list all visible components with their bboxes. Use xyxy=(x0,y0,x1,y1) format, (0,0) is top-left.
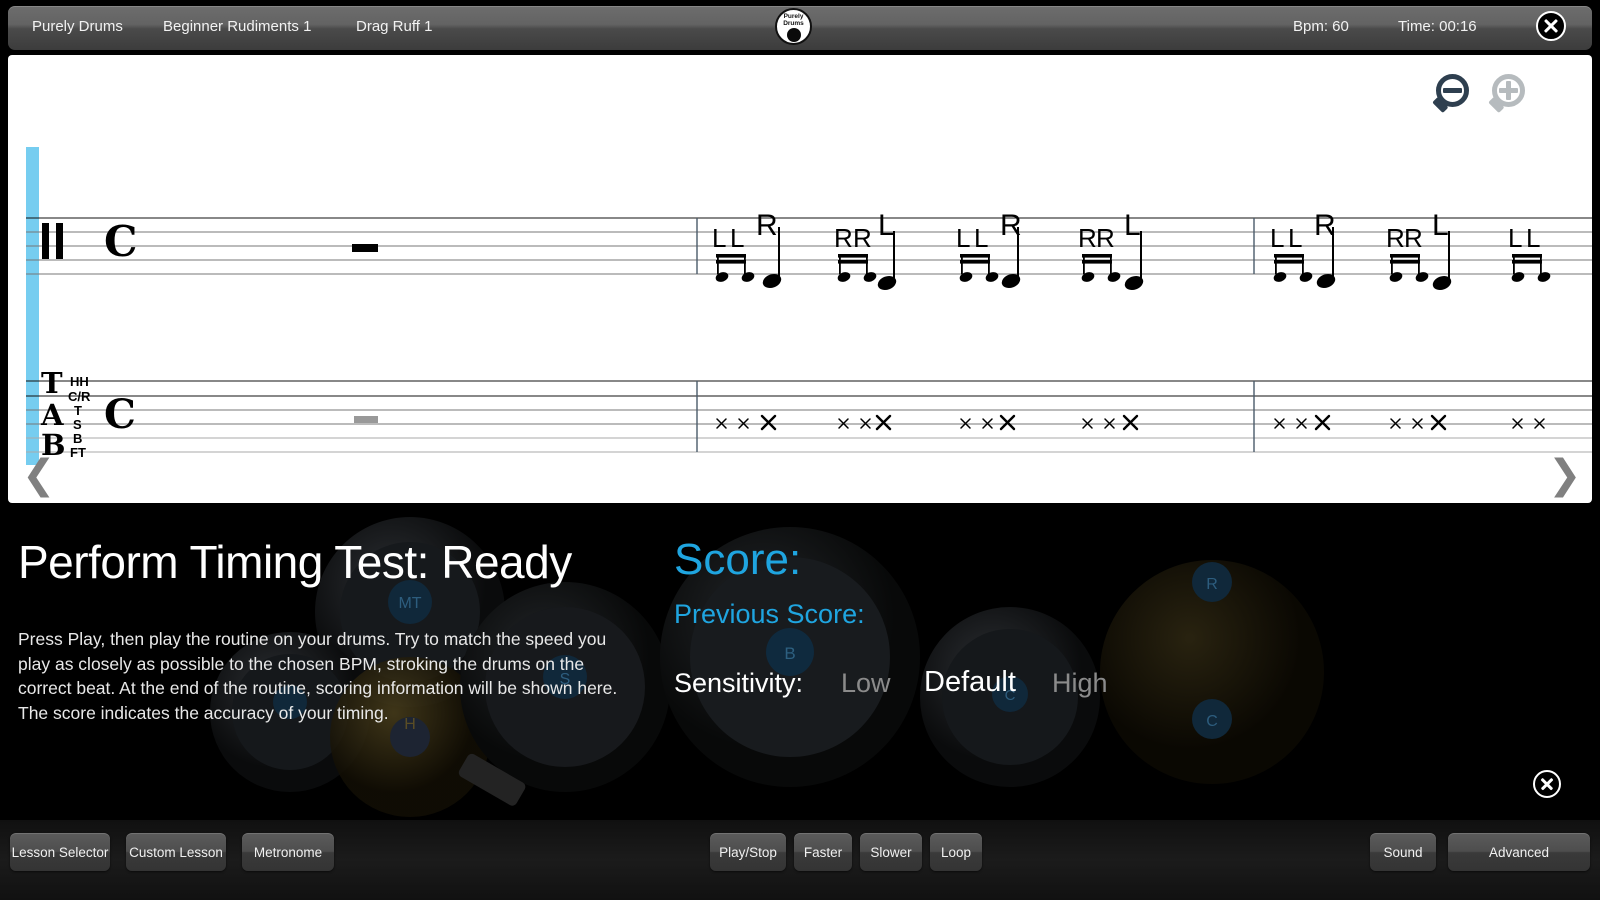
music-notation: C L L R R R L L L R R R L L L R R R L L … xyxy=(26,209,1592,462)
kit-label-b: B xyxy=(784,644,795,663)
drag-ruff-group: R R L xyxy=(834,209,897,291)
custom-lesson-button[interactable]: Custom Lesson xyxy=(126,833,226,871)
bpm-readout: Bpm: 60 xyxy=(1293,18,1349,35)
svg-text:S: S xyxy=(73,417,82,432)
purely-drums-logo: Purely Drums xyxy=(775,8,812,45)
breadcrumb-course[interactable]: Beginner Rudiments 1 xyxy=(163,18,311,35)
breadcrumb-lesson[interactable]: Drag Ruff 1 xyxy=(356,18,432,35)
svg-text:R: R xyxy=(1314,209,1336,242)
kit-label-r: R xyxy=(1206,576,1218,593)
tab-clef-letters: T A B xyxy=(40,366,66,462)
sensitivity-option-low[interactable]: Low xyxy=(841,668,891,699)
perform-test-title: Perform Timing Test: Ready xyxy=(18,536,572,588)
previous-page-arrow[interactable]: ❮ xyxy=(22,455,56,497)
sensitivity-option-high[interactable]: High xyxy=(1052,668,1108,699)
app-root: Purely Drums Beginner Rudiments 1 Drag R… xyxy=(0,0,1600,900)
drag-ruff-group: R R L xyxy=(1078,209,1144,291)
svg-text:L: L xyxy=(1432,209,1449,242)
svg-text:R: R xyxy=(1000,209,1022,242)
drag-ruff-group: L L R xyxy=(712,209,782,289)
previous-score-label: Previous Score: xyxy=(674,599,865,629)
svg-text:T: T xyxy=(41,366,63,400)
svg-text:L: L xyxy=(974,223,988,253)
logo-label: Purely Drums xyxy=(783,13,804,27)
svg-text:L: L xyxy=(1124,209,1141,242)
svg-text:T: T xyxy=(74,403,82,418)
svg-text:R: R xyxy=(853,223,872,253)
svg-text:L: L xyxy=(1288,223,1302,253)
time-readout: Time: 00:16 xyxy=(1398,18,1477,35)
svg-text:C/R: C/R xyxy=(68,389,91,404)
svg-text:L: L xyxy=(878,209,895,242)
drag-ruff-group: L L R xyxy=(956,209,1022,289)
logo-dot xyxy=(786,28,801,42)
faster-button[interactable]: Faster xyxy=(794,833,852,871)
loop-button[interactable]: Loop xyxy=(930,833,982,871)
svg-text:R: R xyxy=(1096,223,1115,253)
close-window-button[interactable] xyxy=(1536,11,1566,41)
perform-test-description: Press Play, then play the routine on you… xyxy=(18,629,618,723)
svg-text:R: R xyxy=(1078,223,1097,253)
svg-text:B: B xyxy=(73,431,82,446)
breadcrumb-app-name[interactable]: Purely Drums xyxy=(32,18,123,35)
tab-note-heads xyxy=(716,414,1545,431)
tab-staff-lines xyxy=(26,380,1592,453)
svg-text:FT: FT xyxy=(70,445,86,460)
whole-rest-tab xyxy=(354,416,378,423)
svg-text:L: L xyxy=(956,223,970,253)
note-groups-top: L L R R R L L L R R R L L L R R R L L L xyxy=(712,209,1551,291)
standard-staff-lines xyxy=(26,217,1592,275)
percussion-clef-icon xyxy=(42,223,63,259)
svg-text:L: L xyxy=(1508,223,1522,253)
svg-text:A: A xyxy=(40,398,64,432)
time-signature-top: C xyxy=(104,217,137,266)
sensitivity-option-default[interactable]: Default xyxy=(924,666,1016,699)
svg-text:L: L xyxy=(1526,223,1540,253)
lower-panel: MT H S B C R C Perform Timing Test: Read… xyxy=(0,507,1600,820)
svg-text:L: L xyxy=(712,223,726,253)
next-page-arrow[interactable]: ❯ xyxy=(1548,455,1582,497)
play-stop-button[interactable]: Play/Stop xyxy=(710,833,786,871)
metronome-button[interactable]: Metronome xyxy=(242,833,334,871)
svg-text:R: R xyxy=(756,209,778,242)
lesson-selector-button[interactable]: Lesson Selector xyxy=(10,833,110,871)
sensitivity-label: Sensitivity: xyxy=(674,668,804,698)
svg-text:L: L xyxy=(1270,223,1284,253)
close-overlay-button[interactable] xyxy=(1533,770,1561,798)
drag-ruff-group: L L R xyxy=(1270,209,1336,289)
time-signature-tab: C xyxy=(104,391,136,438)
svg-text:L: L xyxy=(730,223,744,253)
kit-label-mt: MT xyxy=(398,595,421,612)
svg-text:R: R xyxy=(834,223,853,253)
slower-button[interactable]: Slower xyxy=(860,833,922,871)
whole-rest-top xyxy=(352,244,378,252)
svg-text:R: R xyxy=(1386,223,1405,253)
svg-text:HH: HH xyxy=(70,374,89,389)
svg-text:R: R xyxy=(1404,223,1423,253)
bottom-toolbar: Lesson Selector Custom Lesson Metronome … xyxy=(0,820,1600,900)
sound-button[interactable]: Sound xyxy=(1370,833,1436,871)
kit-label-c: C xyxy=(1206,713,1218,730)
notation-panel: C L L R R R L L L R R R L L L R R R L L … xyxy=(8,55,1592,503)
advanced-button[interactable]: Advanced xyxy=(1448,833,1590,871)
drag-ruff-group: R R L xyxy=(1386,209,1452,291)
score-label: Score: xyxy=(674,535,802,584)
tab-row-labels: HH C/R T S B FT xyxy=(68,374,91,460)
